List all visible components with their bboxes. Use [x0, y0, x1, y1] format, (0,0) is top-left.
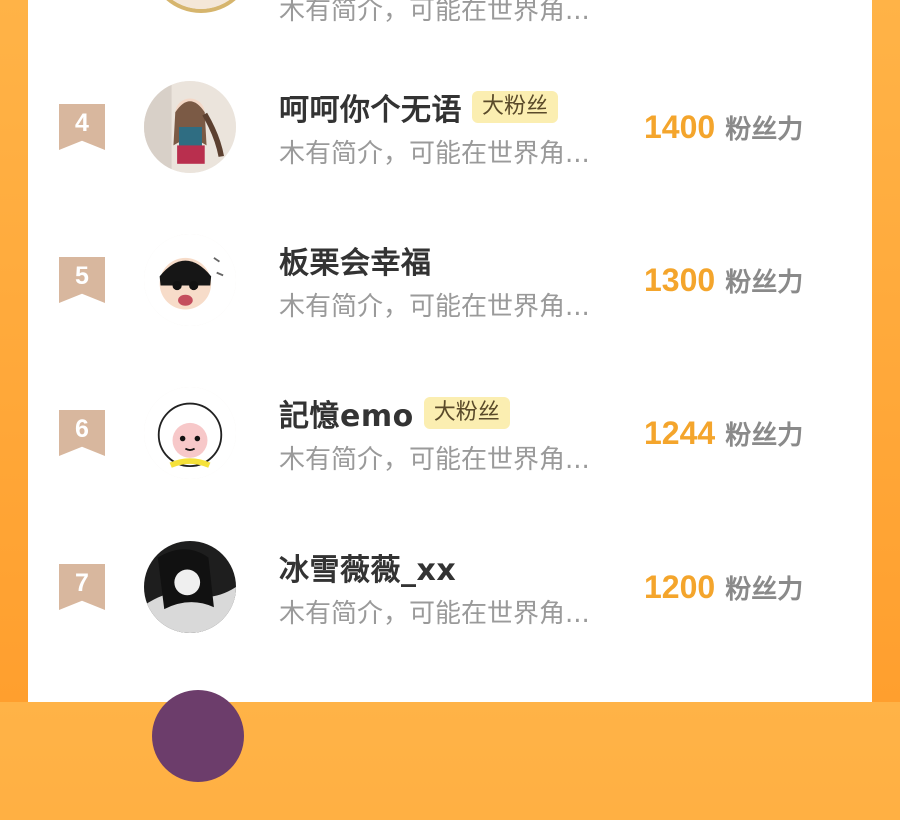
fan-power-unit: 粉丝力	[725, 267, 804, 298]
fan-power-unit: 粉丝力	[725, 420, 804, 451]
name-line: 板栗会幸福	[279, 238, 432, 282]
avatar[interactable]	[144, 387, 236, 479]
sheep-avatar-icon	[144, 387, 236, 479]
avatar[interactable]	[144, 81, 236, 173]
fan-power: 1400 粉丝力	[644, 105, 803, 149]
rank-number: 4	[75, 109, 89, 137]
fan-power: 1300 粉丝力	[644, 258, 803, 302]
fan-badge: 大粉丝	[423, 397, 510, 429]
fan-power-value: 1300	[644, 261, 716, 298]
fan-power-unit: 粉丝力	[725, 574, 804, 605]
user-name[interactable]: 呵呵你个无语	[279, 85, 462, 129]
list-item[interactable]: 4 呵呵你个无语 大粉丝 木有简介，可能在世界角... 1400 粉丝力	[28, 57, 872, 197]
rank-number: 7	[75, 569, 89, 597]
girl-avatar-icon	[144, 81, 236, 173]
rank-badge: 6	[59, 410, 105, 456]
partial-bottom-row[interactable]	[28, 680, 872, 820]
avatar[interactable]	[144, 541, 236, 633]
fan-power-unit: 粉丝力	[725, 114, 804, 145]
user-name[interactable]: 冰雪薇薇_xx	[279, 545, 456, 589]
fan-power: 1200 粉丝力	[644, 565, 803, 609]
name-line: 記憶emo 大粉丝	[279, 391, 510, 435]
avatar[interactable]	[152, 690, 244, 782]
chibi-avatar-icon	[144, 234, 236, 326]
list-item[interactable]: 6 記憶emo 大粉丝 木有简介，可能在世界角... 1244 粉丝力	[28, 363, 872, 503]
fan-badge: 大粉丝	[472, 91, 559, 123]
rank-number: 6	[75, 415, 89, 443]
ranking-card: 木有简介，可能在世界角... 4 呵呵你个无语 大粉丝 木有简介，可能在世界角.…	[28, 0, 872, 782]
fan-power-value: 1200	[644, 568, 716, 605]
rank-badge: 7	[59, 564, 105, 610]
user-name[interactable]: 板栗会幸福	[279, 238, 432, 282]
rank-number: 5	[75, 262, 89, 290]
list-item[interactable]: 7 冰雪薇薇_xx 木有简介，可能在世界角... 1200 粉丝力	[28, 517, 872, 657]
fan-power: 1244 粉丝力	[644, 411, 803, 455]
rank-badge: 4	[59, 104, 105, 150]
name-line: 呵呵你个无语 大粉丝	[279, 85, 559, 129]
bio: 木有简介，可能在世界角...	[279, 445, 590, 475]
avatar[interactable]	[144, 234, 236, 326]
fan-power-value: 1400	[644, 108, 716, 145]
partial-top-row[interactable]: 木有简介，可能在世界角...	[28, 0, 872, 47]
user-name[interactable]: 記憶emo	[279, 391, 414, 435]
avatar[interactable]	[148, 0, 254, 13]
avatar-icon	[152, 0, 250, 9]
monochrome-avatar-icon	[144, 541, 236, 633]
bio: 木有简介，可能在世界角...	[279, 292, 590, 322]
bio: 木有简介，可能在世界角...	[279, 0, 590, 26]
bio: 木有简介，可能在世界角...	[279, 599, 590, 629]
rank-badge: 5	[59, 257, 105, 303]
list-item[interactable]: 5 板栗会幸福 木有简介，可能在世界角... 1300 粉丝力	[28, 210, 872, 350]
name-line: 冰雪薇薇_xx	[279, 545, 456, 589]
bio: 木有简介，可能在世界角...	[279, 139, 590, 169]
fan-power-value: 1244	[644, 414, 716, 451]
